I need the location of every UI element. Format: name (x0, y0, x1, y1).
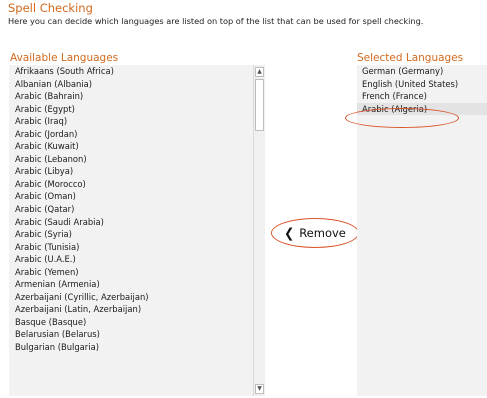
available-language-item[interactable]: Arabic (Kuwait) (9, 140, 253, 153)
scroll-up-arrow-icon[interactable]: ▲ (255, 67, 264, 77)
available-language-item[interactable]: Albanian (Albania) (9, 78, 253, 91)
available-language-item[interactable]: Arabic (Qatar) (9, 203, 253, 216)
available-language-item[interactable]: Arabic (Morocco) (9, 178, 253, 191)
available-language-item[interactable]: Arabic (Yemen) (9, 266, 253, 279)
available-language-item[interactable]: Armenian (Armenia) (9, 278, 253, 291)
available-language-item[interactable]: Arabic (Saudi Arabia) (9, 216, 253, 229)
available-language-item[interactable]: Arabic (Syria) (9, 228, 253, 241)
selected-language-item[interactable]: German (Germany) (357, 65, 487, 78)
available-language-item[interactable]: Azerbaijani (Latin, Azerbaijan) (9, 303, 253, 316)
available-languages-heading: Available Languages (10, 52, 119, 64)
selected-language-item[interactable]: French (France) (357, 90, 487, 103)
available-language-item[interactable]: Belarusian (Belarus) (9, 328, 253, 341)
page-title: Spell Checking (8, 1, 93, 15)
selected-language-item[interactable]: English (United States) (357, 78, 487, 91)
available-language-item[interactable]: Arabic (Bahrain) (9, 90, 253, 103)
available-language-item[interactable]: Afrikaans (South Africa) (9, 65, 253, 78)
available-language-item[interactable]: Arabic (U.A.E.) (9, 253, 253, 266)
available-language-item[interactable]: Arabic (Iraq) (9, 115, 253, 128)
page-subtitle: Here you can decide which languages are … (8, 16, 424, 26)
chevron-left-icon: ❮ (284, 225, 295, 241)
available-language-item[interactable]: Basque (Basque) (9, 316, 253, 329)
available-languages-items: Afrikaans (South Africa) Albanian (Albani… (9, 65, 253, 396)
available-language-item[interactable]: Arabic (Egypt) (9, 103, 253, 116)
remove-button-label: Remove (299, 226, 346, 240)
available-language-item[interactable]: Arabic (Oman) (9, 190, 253, 203)
available-language-item[interactable]: Arabic (Lebanon) (9, 153, 253, 166)
available-language-item[interactable]: Azerbaijani (Cyrillic, Azerbaijan) (9, 291, 253, 304)
selected-item-highlight-circle (345, 108, 459, 128)
remove-button[interactable]: ❮ Remove (271, 218, 359, 248)
scrollbar-thumb[interactable] (255, 79, 264, 131)
available-languages-list[interactable]: Afrikaans (South Africa) Albanian (Albani… (9, 65, 265, 396)
available-language-item[interactable]: Arabic (Jordan) (9, 128, 253, 141)
available-language-item[interactable]: Arabic (Libya) (9, 165, 253, 178)
selected-languages-heading: Selected Languages (357, 52, 464, 64)
available-language-item[interactable]: Arabic (Tunisia) (9, 241, 253, 254)
available-language-item[interactable]: Bulgarian (Bulgaria) (9, 341, 253, 354)
scroll-down-arrow-icon[interactable]: ▼ (255, 384, 264, 394)
available-list-scrollbar[interactable]: ▲ ▼ (253, 65, 265, 396)
